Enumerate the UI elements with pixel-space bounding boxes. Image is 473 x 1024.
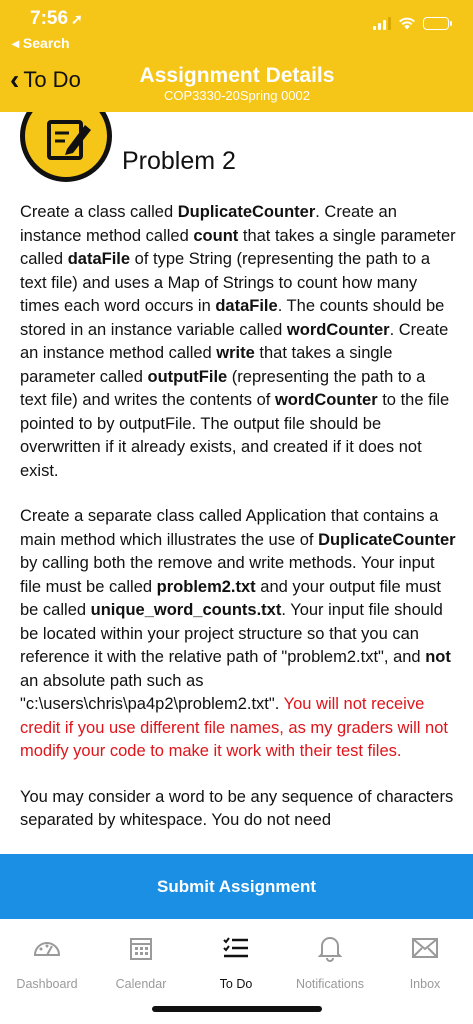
status-time-text: 7:56 [30,8,69,29]
emphasis-text: count [193,226,239,245]
assignment-icon [20,112,112,182]
battery-icon [423,17,452,30]
submit-assignment-button[interactable]: Submit Assignment [0,854,473,919]
emphasis-text: write [216,344,255,362]
cellular-signal-icon [373,17,391,30]
emphasis-text: DuplicateCounter [318,530,456,549]
assignment-content[interactable]: Problem 2 Create a class called Duplicat… [0,112,473,854]
emphasis-text: dataFile [215,297,278,315]
tab-label: Calendar [115,977,167,991]
calendar-icon [130,938,152,960]
chevron-left-icon: ‹ [10,64,20,95]
emphasis-text: not [425,648,451,666]
home-indicator[interactable] [152,1006,322,1012]
emphasis-text: dataFile [67,250,131,268]
course-subtitle: COP3330-20Spring 0002 [164,88,310,103]
emphasis-text: DuplicateCounter [177,203,316,221]
tab-label: To Do [219,977,253,991]
inbox-icon [412,938,438,958]
tab-label: Inbox [409,977,441,991]
tab-notifications[interactable]: Notifications [283,931,377,991]
back-label: To Do [23,67,81,92]
tab-dashboard[interactable]: Dashboard [0,931,94,991]
emphasis-text: unique_word_counts.txt [90,601,282,619]
header: 7:56 ➚ ◂ Search ‹ To Do Assignment Detail… [0,0,473,112]
assignment-description: Create a class called DuplicateCounter. … [20,201,456,854]
todo-icon [223,937,248,958]
tab-calendar[interactable]: Calendar [94,931,188,991]
tab-label: Notifications [295,977,365,991]
emphasis-text: wordCounter [274,391,378,409]
description-paragraph-2: Create a separate class called Applicati… [20,505,456,764]
description-paragraph-3: You may consider a word to be any sequen… [20,787,454,830]
location-arrow-icon: ➚ [71,11,83,27]
dashboard-icon [33,942,61,956]
bell-icon [318,937,342,962]
back-to-search-link[interactable]: ◂ Search [12,35,70,52]
tab-inbox[interactable]: Inbox [378,931,472,991]
status-indicators [373,17,452,30]
status-time: 7:56 ➚ [30,8,83,30]
tab-todo[interactable]: To Do [189,931,283,991]
problem-title: Problem 2 [122,147,236,175]
emphasis-text: problem2.txt [156,577,256,596]
todo-back-button[interactable]: ‹ To Do [10,66,81,94]
page-title: Assignment Details [139,64,335,87]
description-paragraph-1: Create a class called DuplicateCounter. … [20,201,456,483]
text-run: an absolute path such as "c:\users\chris… [20,671,284,714]
emphasis-text: outputFile [147,367,228,386]
tab-label: Dashboard [16,977,78,991]
emphasis-text: wordCounter [286,320,390,339]
text-run: Create a class called [20,203,178,221]
wifi-icon [399,17,415,30]
